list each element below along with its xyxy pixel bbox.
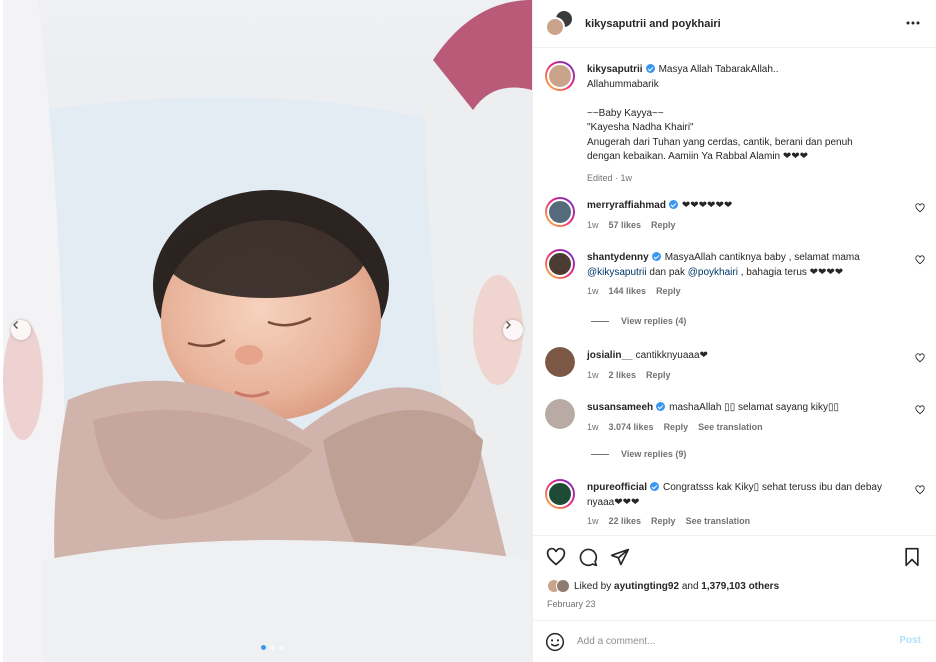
edited-label: Edited · 1w: [587, 172, 633, 183]
comments-list: kikysaputrii Masya Allah TabarakAllah.. A…: [533, 49, 936, 535]
post-header: kikysaputrii and poykhairi: [533, 0, 936, 48]
avatar[interactable]: [545, 249, 575, 279]
comment-username[interactable]: npureofficial: [587, 482, 647, 493]
comment-time: 1w: [587, 516, 599, 526]
like-comment-heart-icon[interactable]: [915, 353, 925, 363]
like-comment-heart-icon[interactable]: [915, 405, 925, 415]
author-avatars[interactable]: [545, 8, 575, 39]
comment-composer: Post: [533, 620, 936, 662]
like-heart-icon[interactable]: [546, 547, 566, 567]
view-replies-label: View replies (9): [621, 449, 687, 459]
share-icon[interactable]: [610, 547, 630, 567]
see-translation-button[interactable]: See translation: [698, 420, 763, 435]
comment: shantydenny MasyaAllah cantiknya baby , s…: [545, 249, 925, 304]
chevron-left-icon: [13, 321, 18, 329]
post-sidebar: kikysaputrii and poykhairi kikysaputrii M…: [532, 0, 936, 662]
caption-line: "Kayesha Nadha Khairi": [587, 122, 694, 133]
reply-button[interactable]: Reply: [664, 420, 689, 435]
comment: npureofficial Congratsss kak Kiky▯ sehat …: [545, 479, 925, 534]
comment-likes[interactable]: 57 likes: [609, 218, 642, 233]
avatar[interactable]: [545, 61, 575, 91]
post-image: [3, 0, 532, 662]
previous-slide-button[interactable]: [11, 320, 31, 340]
avatar[interactable]: [545, 197, 575, 227]
caption-line: Allahummabarik: [587, 78, 659, 90]
view-replies-button[interactable]: View replies (4): [591, 316, 686, 326]
verified-icon: [656, 402, 666, 411]
avatar[interactable]: [545, 479, 575, 509]
comment: merryraffiahmad ❤❤❤❤❤❤ 1w 57 likes Reply: [545, 197, 925, 237]
likes-count[interactable]: 1,379,103 others: [701, 581, 779, 592]
caption-username[interactable]: kikysaputrii: [587, 64, 643, 75]
caption-line: Anugerah dari Tuhan yang cerdas, cantik,…: [587, 136, 853, 148]
chevron-right-icon: [506, 321, 511, 329]
baby-photo: [3, 0, 532, 662]
carousel-dot: [261, 645, 266, 650]
next-slide-button[interactable]: [503, 320, 523, 340]
likes-summary: Liked by ayutingting92 and 1,379,103 oth…: [547, 579, 779, 593]
carousel-dot: [270, 645, 275, 650]
carousel-dots: [261, 645, 284, 650]
more-options-button[interactable]: [906, 16, 920, 33]
comment-text: MasyaAllah cantiknya baby , selamat mama: [664, 252, 860, 263]
verified-icon: [668, 200, 678, 209]
comment-likes[interactable]: 22 likes: [609, 514, 642, 529]
avatar[interactable]: [545, 399, 575, 429]
comment-likes[interactable]: 2 likes: [609, 368, 637, 383]
comment-username[interactable]: merryraffiahmad: [587, 200, 666, 211]
view-replies-button[interactable]: View replies (9): [591, 449, 686, 459]
reply-button[interactable]: Reply: [656, 284, 681, 299]
likes-and: and: [681, 580, 699, 592]
comment-username[interactable]: josialin__: [587, 350, 633, 361]
comment-username[interactable]: susansameeh: [587, 402, 653, 413]
reply-button[interactable]: Reply: [651, 514, 676, 529]
comment-icon[interactable]: [578, 547, 598, 567]
comment-text: ❤❤❤❤❤❤: [681, 200, 733, 211]
reply-button[interactable]: Reply: [646, 368, 671, 383]
caption-line: dengan kebaikan. Aamiin Ya Rabbal Alamin…: [587, 151, 809, 162]
emoji-icon[interactable]: [545, 632, 565, 652]
comment-time: 1w: [587, 286, 599, 296]
carousel-dot: [279, 645, 284, 650]
post-actions: Liked by ayutingting92 and 1,379,103 oth…: [533, 535, 936, 620]
comment-input[interactable]: [577, 636, 877, 647]
caption: kikysaputrii Masya Allah TabarakAllah.. A…: [545, 61, 925, 186]
comment-text: cantikknyuaaa❤: [635, 350, 708, 361]
avatar: [545, 16, 565, 37]
comment-time: 1w: [587, 369, 599, 380]
comment-text: mashaAllah ▯▯ selamat sayang kiky▯▯: [669, 402, 840, 413]
comment-time: 1w: [587, 219, 599, 230]
caption-line: ~~Baby Kayya~~: [587, 107, 664, 119]
verified-icon: [645, 64, 655, 73]
mention-link[interactable]: @kikysaputrii: [587, 267, 647, 278]
like-comment-heart-icon[interactable]: [915, 203, 925, 213]
verified-icon: [650, 482, 660, 491]
post-comment-button[interactable]: Post: [899, 635, 921, 646]
see-translation-button[interactable]: See translation: [686, 514, 751, 529]
comment-text: , bahagia terus ❤❤❤❤: [740, 266, 844, 278]
comment-text: dan pak: [649, 266, 685, 278]
more-icon: [906, 21, 920, 25]
caption-line: [587, 92, 887, 107]
like-comment-heart-icon[interactable]: [915, 485, 925, 495]
comment: susansameeh mashaAllah ▯▯ selamat sayang …: [545, 399, 925, 439]
bookmark-icon[interactable]: [903, 547, 921, 567]
avatar[interactable]: [545, 347, 575, 377]
post-authors[interactable]: kikysaputrii and poykhairi: [585, 18, 721, 30]
post-date: February 23: [547, 599, 596, 609]
view-replies-label: View replies (4): [621, 316, 687, 326]
avatar: [556, 579, 570, 593]
likes-prefix: Liked by: [574, 580, 612, 592]
verified-icon: [651, 252, 661, 261]
comment: josialin__ cantikknyuaaa❤ 1w 2 likes Reply: [545, 347, 925, 387]
comment-likes[interactable]: 144 likes: [609, 284, 647, 299]
comment-time: 1w: [587, 421, 599, 432]
reply-button[interactable]: Reply: [651, 218, 676, 233]
liked-by-user[interactable]: ayutingting92: [614, 581, 679, 592]
like-comment-heart-icon[interactable]: [915, 255, 925, 265]
mention-link[interactable]: @poykhairi: [688, 267, 738, 278]
comment-likes[interactable]: 3.074 likes: [609, 420, 654, 435]
caption-line: Masya Allah TabarakAllah..: [658, 64, 779, 75]
comment-username[interactable]: shantydenny: [587, 252, 649, 263]
